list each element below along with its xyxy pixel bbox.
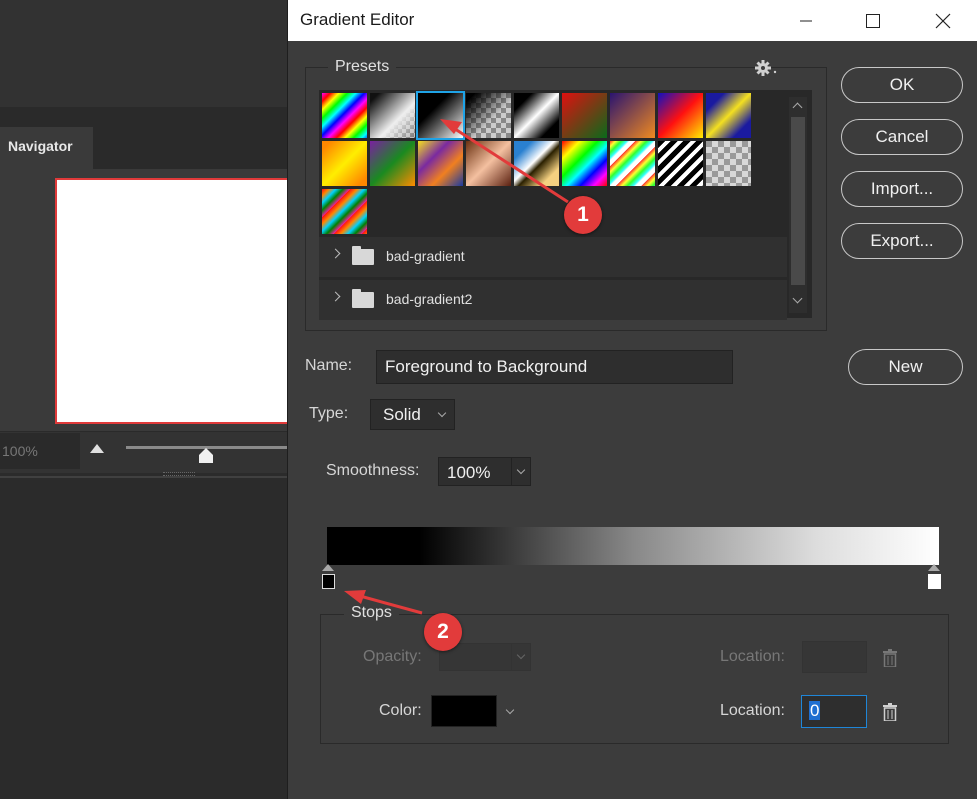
preset-swatch[interactable] bbox=[562, 141, 607, 186]
color-stop-left[interactable] bbox=[322, 574, 335, 589]
color-swatch[interactable] bbox=[431, 695, 497, 727]
color-location-label: Location: bbox=[720, 702, 785, 719]
close-button[interactable] bbox=[920, 0, 966, 41]
chevron-down-icon bbox=[437, 408, 447, 418]
smoothness-label: Smoothness: bbox=[326, 462, 420, 479]
type-label: Type: bbox=[309, 405, 349, 422]
delete-color-stop-trash-icon[interactable] bbox=[882, 703, 898, 721]
preset-swatch[interactable] bbox=[466, 141, 511, 186]
navigator-preview[interactable] bbox=[55, 178, 295, 424]
scroll-down-icon[interactable] bbox=[792, 293, 803, 304]
opacity-stop-left[interactable] bbox=[322, 564, 334, 571]
preset-swatch[interactable] bbox=[706, 93, 751, 138]
maximize-button[interactable] bbox=[850, 0, 896, 41]
close-icon bbox=[935, 13, 951, 28]
opacity-location-input[interactable] bbox=[802, 641, 867, 673]
preset-swatch[interactable] bbox=[562, 93, 607, 138]
preset-group-row[interactable]: bad-gradient bbox=[319, 237, 787, 277]
chevron-down-icon bbox=[516, 650, 526, 660]
stops-label: Stops bbox=[344, 604, 399, 622]
preset-swatch[interactable] bbox=[658, 141, 703, 186]
preset-swatch[interactable] bbox=[322, 141, 367, 186]
annotation-badge-1: 1 bbox=[564, 196, 602, 234]
dialog-title: Gradient Editor bbox=[300, 10, 415, 29]
preset-swatch[interactable] bbox=[706, 141, 751, 186]
preset-group-label: bad-gradient bbox=[386, 248, 465, 264]
opacity-stop-right[interactable] bbox=[928, 564, 940, 571]
color-label: Color: bbox=[379, 702, 422, 719]
gradient-name-input[interactable]: Foreground to Background bbox=[376, 350, 733, 384]
preset-swatch[interactable] bbox=[466, 93, 511, 138]
chevron-right-icon[interactable] bbox=[330, 291, 341, 302]
preset-swatch[interactable] bbox=[514, 141, 559, 186]
workspace-strip bbox=[0, 107, 290, 127]
zoom-out-icon[interactable] bbox=[90, 444, 104, 453]
opacity-location-label: Location: bbox=[720, 648, 785, 665]
presets-swatch-area: bad-gradient bad-gradient2 bbox=[319, 90, 812, 320]
smoothness-select[interactable]: 100% bbox=[438, 457, 531, 486]
preset-swatch[interactable] bbox=[514, 93, 559, 138]
preset-group-row[interactable]: bad-gradient2 bbox=[319, 280, 787, 320]
delete-opacity-stop-trash-icon[interactable] bbox=[882, 649, 898, 667]
minimize-icon bbox=[800, 20, 812, 21]
navigator-tab[interactable]: Navigator bbox=[0, 127, 93, 169]
cancel-button[interactable]: Cancel bbox=[841, 119, 963, 155]
import-button[interactable]: Import... bbox=[841, 171, 963, 207]
preset-group-label: bad-gradient2 bbox=[386, 291, 473, 307]
workspace-lower bbox=[0, 476, 290, 799]
zoom-slider-thumb[interactable] bbox=[199, 448, 213, 463]
opacity-label: Opacity: bbox=[363, 648, 422, 665]
preset-swatch[interactable] bbox=[322, 189, 367, 234]
preset-swatch[interactable] bbox=[658, 93, 703, 138]
presets-scrollbar[interactable] bbox=[789, 97, 807, 313]
folder-icon bbox=[352, 246, 374, 265]
name-label: Name: bbox=[305, 357, 353, 374]
ok-button[interactable]: OK bbox=[841, 67, 963, 103]
gradient-type-select[interactable]: Solid bbox=[370, 399, 455, 430]
chevron-down-icon bbox=[516, 465, 526, 475]
preset-swatch[interactable] bbox=[370, 93, 415, 138]
scroll-up-icon[interactable] bbox=[792, 102, 803, 113]
zoom-value-field[interactable]: 100% bbox=[0, 433, 80, 469]
workspace-top bbox=[0, 0, 290, 107]
color-stop-right[interactable] bbox=[928, 574, 941, 589]
minimize-button[interactable] bbox=[783, 0, 829, 41]
preset-swatch[interactable] bbox=[610, 141, 655, 186]
scroll-thumb[interactable] bbox=[791, 117, 805, 285]
gradient-type-value: Solid bbox=[383, 405, 421, 424]
export-button[interactable]: Export... bbox=[841, 223, 963, 259]
preset-swatch[interactable] bbox=[610, 93, 655, 138]
folder-icon bbox=[352, 289, 374, 308]
color-location-input[interactable]: 0 bbox=[801, 695, 867, 728]
color-location-value: 0 bbox=[809, 701, 821, 720]
smoothness-value: 100% bbox=[447, 463, 491, 482]
presets-label: Presets bbox=[328, 58, 397, 76]
chevron-right-icon[interactable] bbox=[330, 248, 341, 259]
annotation-badge-2: 2 bbox=[424, 613, 462, 651]
preset-swatch[interactable] bbox=[418, 141, 463, 186]
preset-swatch[interactable] bbox=[370, 141, 415, 186]
preset-swatch[interactable] bbox=[322, 93, 367, 138]
gradient-preview-bar[interactable] bbox=[327, 527, 939, 565]
preset-swatch-selected[interactable] bbox=[416, 91, 465, 140]
title-bar: Gradient Editor bbox=[288, 0, 977, 41]
maximize-icon bbox=[866, 13, 880, 28]
new-button[interactable]: New bbox=[848, 349, 963, 385]
gradient-editor-dialog: Gradient Editor Presets bad-gradient bad… bbox=[287, 0, 977, 799]
presets-settings-gear-icon[interactable] bbox=[754, 58, 782, 78]
